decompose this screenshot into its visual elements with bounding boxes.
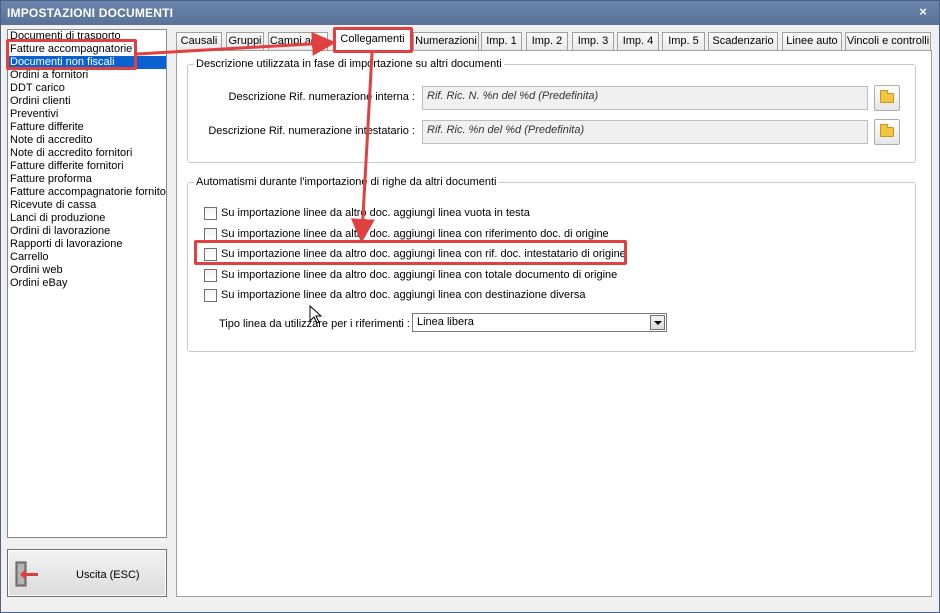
holder-numbering-label: Descrizione Rif. numerazione intestatari…: [208, 125, 415, 137]
doc-list-item[interactable]: Lanci di produzione: [8, 212, 166, 225]
checkbox-label: Su importazione linee da altro doc. aggi…: [221, 248, 626, 260]
doc-list-item[interactable]: Ordini eBay: [8, 277, 166, 290]
checkbox-box[interactable]: [204, 268, 217, 282]
line-type-label: Tipo linea da utilizzare per i riferimen…: [219, 318, 410, 330]
checkbox-box[interactable]: [204, 289, 217, 302]
internal-numbering-folder-button[interactable]: [874, 85, 900, 111]
checkbox-box[interactable]: [204, 248, 217, 261]
checkbox-box[interactable]: [204, 207, 217, 220]
description-group: Descrizione utilizzata in fase di import…: [187, 58, 916, 163]
window-title: IMPOSTAZIONI DOCUMENTI: [7, 6, 174, 20]
document-type-list[interactable]: Documenti di trasporto Fatture accompagna…: [7, 29, 167, 538]
automation-group-legend: Automatismi durante l'importazione di ri…: [194, 176, 499, 188]
doc-list-item[interactable]: Preventivi: [8, 108, 166, 121]
tab-gruppi[interactable]: Gruppi: [226, 32, 264, 51]
doc-list-item[interactable]: Rapporti di lavorazione: [8, 238, 166, 251]
tab-imp-1[interactable]: Imp. 1: [481, 32, 522, 51]
settings-window: IMPOSTAZIONI DOCUMENTI × Documenti di tr…: [0, 0, 940, 613]
tab-campi-agg[interactable]: Campi agg.: [268, 32, 328, 51]
doc-list-item[interactable]: Fatture accompagnatorie fornito: [8, 186, 166, 199]
doc-list-item[interactable]: Fatture differite fornitori: [8, 160, 166, 173]
tab-imp-3[interactable]: Imp. 3: [572, 32, 614, 51]
doc-list-item[interactable]: Documenti di trasporto: [8, 30, 166, 43]
folder-icon: [880, 124, 894, 137]
checkbox-label: Su importazione linee da altro doc. aggi…: [221, 289, 586, 301]
close-icon[interactable]: ×: [915, 4, 931, 20]
tab-imp-5[interactable]: Imp. 5: [662, 32, 705, 51]
exit-door-icon: [15, 561, 38, 587]
tab-panel-collegamenti: Descrizione utilizzata in fase di import…: [176, 50, 932, 597]
doc-list-item[interactable]: Note di accredito: [8, 134, 166, 147]
exit-button-label: Uscita (ESC): [76, 569, 140, 581]
doc-list-item[interactable]: Fatture accompagnatorie: [8, 43, 166, 56]
holder-numbering-field[interactable]: Rif. Ric. %n del %d (Predefinita): [422, 120, 868, 144]
holder-numbering-folder-button[interactable]: [874, 119, 900, 145]
doc-list-item[interactable]: Ordini clienti: [8, 95, 166, 108]
doc-list-item[interactable]: Ricevute di cassa: [8, 199, 166, 212]
doc-list-item[interactable]: Ordini web: [8, 264, 166, 277]
doc-list-item[interactable]: Fatture differite: [8, 121, 166, 134]
description-group-legend: Descrizione utilizzata in fase di import…: [194, 58, 504, 70]
automation-group: Automatismi durante l'importazione di ri…: [187, 176, 916, 352]
tab-vincoli-e-controlli[interactable]: Vincoli e controlli: [845, 32, 931, 51]
folder-icon: [880, 90, 894, 103]
checkbox-label: Su importazione linee da altro doc. aggi…: [221, 207, 530, 219]
chevron-down-icon[interactable]: [650, 315, 665, 330]
tab-numerazioni[interactable]: Numerazioni: [413, 32, 479, 51]
checkbox-box[interactable]: [204, 227, 217, 241]
line-type-select[interactable]: Linea libera: [412, 313, 667, 332]
tab-imp-2[interactable]: Imp. 2: [526, 32, 568, 51]
title-bar[interactable]: IMPOSTAZIONI DOCUMENTI ×: [1, 1, 939, 25]
tab-linee-auto[interactable]: Linee auto: [782, 32, 842, 51]
doc-list-item[interactable]: Ordini a fornitori: [8, 69, 166, 82]
tab-imp-4[interactable]: Imp. 4: [617, 32, 659, 51]
doc-list-item[interactable]: Ordini di lavorazione: [8, 225, 166, 238]
tab-collegamenti[interactable]: Collegamenti: [334, 29, 411, 52]
doc-list-item[interactable]: Documenti non fiscali: [8, 56, 166, 69]
exit-button[interactable]: Uscita (ESC): [7, 549, 167, 597]
checkbox-label: Su importazione linee da altro doc. aggi…: [221, 227, 609, 240]
doc-list-item[interactable]: Note di accredito fornitori: [8, 147, 166, 160]
settings-tabs: Causali Gruppi Campi agg. Collegamenti Numer…: [176, 29, 938, 52]
line-type-value: Linea libera: [417, 316, 474, 328]
doc-list-item[interactable]: DDT carico: [8, 82, 166, 95]
tab-causali[interactable]: Causali: [176, 32, 222, 51]
doc-list-item[interactable]: Fatture proforma: [8, 173, 166, 186]
tab-scadenzario[interactable]: Scadenzario: [708, 32, 778, 51]
internal-numbering-label: Descrizione Rif. numerazione interna :: [228, 91, 415, 103]
internal-numbering-field[interactable]: Rif. Ric. N. %n del %d (Predefinita): [422, 86, 868, 110]
checkbox-label: Su importazione linee da altro doc. aggi…: [221, 268, 618, 281]
doc-list-item[interactable]: Carrello: [8, 251, 166, 264]
